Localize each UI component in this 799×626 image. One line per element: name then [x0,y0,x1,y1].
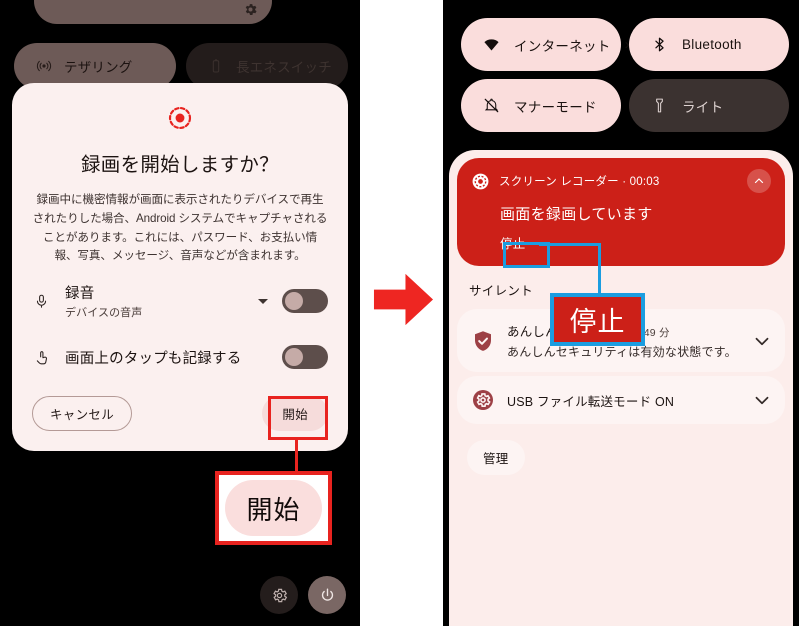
stop-callout-connector-horizontal [539,243,601,246]
dialog-icon-wrap [32,105,328,131]
bottom-button-row [260,576,346,614]
quick-settings-tile-label: インターネット [514,38,611,54]
screen-record-icon [168,106,192,130]
option-title: 録音 [65,286,95,303]
toggle-knob [285,348,303,367]
right-arrow-icon [373,273,434,326]
dialog-body-text: 録画中に機密情報が画面に表示されたりデバイスで再生されたりした場合、Androi… [32,193,328,263]
screen-record-dialog: 録画を開始しますか？ 録画中に機密情報が画面に表示されたりデバイスで再生されたり… [12,83,348,451]
flashlight-icon [656,98,663,113]
quick-settings-row-1: インターネット › Bluetooth [443,18,799,71]
chevron-up-icon [754,178,764,184]
dialog-option-show-taps[interactable]: 画面上のタップも記録する [32,336,328,378]
quick-settings-tile-bluetooth[interactable]: Bluetooth [629,18,789,71]
toggle-knob [285,292,303,311]
wifi-icon [484,39,499,51]
stop-callout-box: 停止 [550,293,645,346]
dialog-option-audio[interactable]: 録音 デバイスの音声 [32,280,328,322]
chevron-down-icon[interactable] [258,298,268,304]
stop-callout-connector-vertical [598,243,601,299]
option-title: 画面上のタップも記録する [65,350,242,367]
notification-header: スクリーン レコーダー · 00:03 [471,169,771,193]
notification-title: USB ファイル転送モード ON [507,394,675,409]
tap-record-icon [32,348,51,367]
quick-settings-tile-flashlight[interactable]: ライト [629,79,789,132]
quick-settings-tile-label: テザリング [64,60,133,75]
quick-settings-tile-label: 長エネスイッチ [236,60,332,75]
quick-settings-tile-silent-mode[interactable]: マナーモード [461,79,621,132]
transition-arrow-area [364,0,443,626]
bell-off-icon [484,98,499,113]
notification-app-line: スクリーン レコーダー · 00:03 [499,176,660,188]
start-callout-label: 開始 [225,480,322,536]
option-text-block: 録音 デバイスの音声 [65,282,258,320]
option-text-block: 画面上のタップも記録する [65,347,282,368]
power-icon [321,587,333,601]
screen-recorder-notification[interactable]: スクリーン レコーダー · 00:03 画面を録画しています 停止 [457,158,785,268]
collapse-button[interactable] [747,169,771,193]
gear-icon [473,390,493,410]
start-button[interactable]: 開始 [262,396,328,431]
notification-shade: スクリーン レコーダー · 00:03 画面を録画しています 停止 停止 サイレ… [449,150,793,626]
start-callout-connector-line [295,440,298,472]
dialog-actions: キャンセル 開始 [32,396,328,431]
option-subtitle: デバイスの音声 [65,307,143,320]
quick-settings-tile-label: マナーモード [514,99,597,115]
manage-button[interactable]: 管理 [467,440,525,475]
show-taps-toggle-switch[interactable] [282,345,328,370]
screen-record-icon [472,173,489,189]
quick-settings-tile-label: Bluetooth [682,37,742,52]
cancel-button[interactable]: キャンセル [32,396,133,431]
shield-check-icon [475,330,491,351]
power-button[interactable] [308,576,346,614]
audio-toggle-switch[interactable] [282,289,328,314]
gear-icon [245,4,257,15]
settings-button[interactable] [260,576,298,614]
right-phone-screen: インターネット › Bluetooth マナーモード ライト スクリーン レコー… [443,0,799,626]
notification-stop-action[interactable]: 停止 [500,233,526,252]
notification-title: 画面を録画しています [500,206,653,223]
notification-card-usb[interactable]: USB ファイル転送モード ON [457,376,785,424]
quick-settings-grid: インターネット › Bluetooth マナーモード ライト [443,18,799,140]
left-phone-screen: テザリング 長エネスイッチ 録画を開始しますか？ 録画中に機密情報が画面に表示さ… [0,0,360,626]
dialog-title: 録画を開始しますか？ [80,154,279,176]
chevron-down-icon[interactable] [751,389,773,411]
screenshot-root: テザリング 長エネスイッチ 録画を開始しますか？ 録画中に機密情報が画面に表示さ… [0,0,799,626]
start-callout-box: 開始 [215,471,332,545]
tethering-icon [36,60,52,72]
notification-body: USB ファイル転送モード ON [507,391,739,410]
gear-icon [272,588,287,602]
quick-settings-row-2: マナーモード ライト [443,79,799,132]
quick-settings-top-partial-tile[interactable] [34,0,272,24]
quick-settings-tile-label: ライト [682,99,724,115]
bluetooth-icon [655,37,664,52]
quick-settings-tile-internet[interactable]: インターネット › [461,18,630,71]
microphone-icon [32,292,51,311]
battery-icon [212,59,220,73]
chevron-down-icon[interactable] [751,330,773,352]
